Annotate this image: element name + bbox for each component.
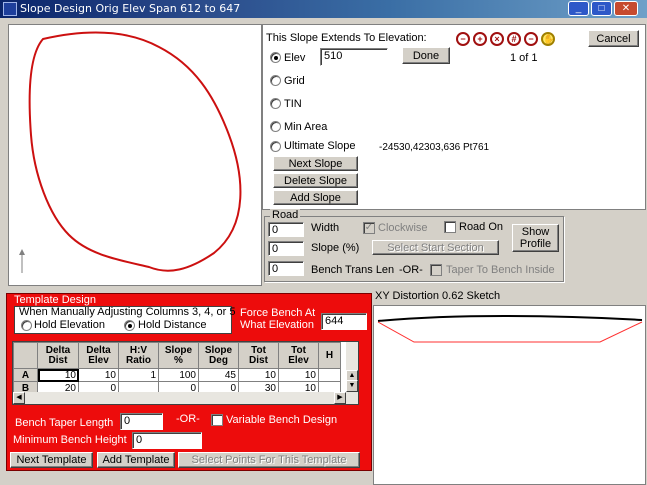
- grid-label: Grid: [284, 75, 305, 87]
- row-header[interactable]: A: [13, 368, 38, 382]
- done-button[interactable]: Done: [402, 47, 450, 64]
- grid-cell[interactable]: 45: [198, 368, 239, 382]
- select-points-button[interactable]: Select Points For This Template: [178, 452, 360, 468]
- grid-corner: [13, 342, 38, 369]
- grid-cell[interactable]: 100: [158, 368, 199, 382]
- ultimate-slope-value: -24530,42303,636 Pt761: [379, 142, 490, 153]
- variable-bench-checkbox[interactable]: [211, 414, 223, 426]
- grid-cell[interactable]: 10: [238, 368, 279, 382]
- grid-cell[interactable]: 10: [278, 368, 319, 382]
- sketch-canvas[interactable]: [373, 305, 646, 485]
- col-header[interactable]: Tot Dist: [238, 342, 279, 369]
- road-width-label: Width: [311, 222, 340, 234]
- zoom-out-icon[interactable]: −: [456, 32, 470, 46]
- taper-bench-checkbox[interactable]: [430, 264, 442, 276]
- minimize-button[interactable]: _: [568, 1, 589, 16]
- ultimate-slope-radio[interactable]: [270, 141, 281, 152]
- grid-cell[interactable]: [318, 368, 341, 382]
- next-slope-button[interactable]: Next Slope: [273, 156, 358, 171]
- slope-outline-drawing: [19, 31, 242, 273]
- plan-view-canvas[interactable]: [8, 24, 262, 286]
- col-header[interactable]: Delta Dist: [37, 342, 79, 369]
- title-bar[interactable]: Slope Design Orig Elev Span 612 to 647 _…: [0, 0, 647, 18]
- sketch-ground-line: [377, 314, 643, 322]
- elev-label: Elev: [284, 52, 306, 64]
- road-on-checkbox[interactable]: [444, 221, 456, 233]
- force-bench-input[interactable]: 644: [321, 313, 367, 330]
- ultimate-slope-label: Ultimate Slope: [284, 140, 356, 152]
- select-start-section-button[interactable]: Select Start Section: [372, 240, 499, 255]
- grid-horizontal-scrollbar[interactable]: ◀ ▶: [13, 392, 358, 404]
- min-bench-label: Minimum Bench Height: [13, 434, 127, 446]
- sketch-drawing: [377, 314, 643, 343]
- grid-cell[interactable]: 1: [118, 368, 159, 382]
- elev-input[interactable]: 510: [320, 48, 388, 66]
- slope-outline: [28, 31, 242, 272]
- zoom-in-icon[interactable]: +: [473, 32, 487, 46]
- scroll-right-icon[interactable]: ▶: [334, 392, 346, 404]
- close-button[interactable]: ✕: [614, 1, 638, 16]
- hold-distance-label: Hold Distance: [138, 319, 207, 331]
- tin-radio[interactable]: [270, 98, 281, 109]
- clockwise-label: Clockwise: [378, 222, 428, 234]
- bench-trans-label: Bench Trans Len: [311, 264, 395, 276]
- window-title: Slope Design Orig Elev Span 612 to 647: [20, 2, 241, 15]
- add-slope-button[interactable]: Add Slope: [273, 190, 358, 205]
- scroll-down-icon[interactable]: ▼: [346, 380, 358, 392]
- template-grid[interactable]: Delta Dist Delta Elev H:V Ratio Slope % …: [12, 341, 359, 405]
- elev-radio[interactable]: [270, 52, 281, 63]
- bench-trans-input[interactable]: 0: [268, 261, 304, 276]
- maximize-button[interactable]: □: [591, 1, 612, 16]
- bench-taper-input[interactable]: 0: [120, 413, 163, 430]
- zoom-extents-icon[interactable]: ×: [490, 32, 504, 46]
- template-group-label: Template Design: [14, 294, 96, 306]
- col-header[interactable]: Slope Deg: [198, 342, 239, 369]
- road-group-label: Road: [270, 209, 301, 221]
- zoom-window-icon[interactable]: #: [507, 32, 521, 46]
- road-slope-label: Slope (%): [311, 242, 360, 254]
- road-or-label: -OR-: [399, 264, 423, 276]
- pan-hand-icon[interactable]: ✋: [541, 32, 555, 46]
- road-on-label: Road On: [459, 221, 504, 233]
- force-bench-label: Force Bench At What Elevation: [240, 307, 316, 331]
- road-slope-input[interactable]: 0: [268, 241, 304, 256]
- grid-vertical-scrollbar[interactable]: ▲ ▼: [346, 342, 358, 392]
- grid-radio[interactable]: [270, 75, 281, 86]
- tin-label: TIN: [284, 98, 302, 110]
- extends-to-label: This Slope Extends To Elevation:: [266, 32, 427, 44]
- north-arrow-head: [19, 249, 25, 255]
- col-header[interactable]: H:V Ratio: [118, 342, 159, 369]
- col-header[interactable]: Delta Elev: [78, 342, 119, 369]
- col-header[interactable]: Slope %: [158, 342, 199, 369]
- grid-cell[interactable]: 10: [37, 368, 79, 382]
- col-header[interactable]: H: [318, 342, 341, 369]
- cancel-button[interactable]: Cancel: [588, 30, 639, 47]
- clockwise-checkbox[interactable]: ✓: [363, 222, 375, 234]
- add-template-button[interactable]: Add Template: [97, 452, 175, 468]
- scroll-left-icon[interactable]: ◀: [13, 392, 25, 404]
- bench-taper-label: Bench Taper Length: [15, 417, 114, 429]
- variable-bench-label: Variable Bench Design: [226, 414, 338, 426]
- template-or-label: -OR-: [176, 413, 200, 425]
- col-header[interactable]: Tot Elev: [278, 342, 319, 369]
- min-area-radio[interactable]: [270, 121, 281, 132]
- grid-cell[interactable]: 10: [78, 368, 119, 382]
- sketch-label: XY Distortion 0.62 Sketch: [375, 290, 501, 302]
- adjust-mode-label: When Manually Adjusting Columns 3, 4, or…: [19, 306, 236, 318]
- road-width-input[interactable]: 0: [268, 222, 304, 237]
- table-row: A 10 10 1 100 45 10 10: [13, 368, 341, 382]
- hold-distance-radio[interactable]: [124, 320, 135, 331]
- next-template-button[interactable]: Next Template: [10, 452, 93, 468]
- app-icon: [3, 2, 17, 16]
- page-indicator: 1 of 1: [510, 52, 538, 64]
- sketch-template-line: [377, 321, 643, 343]
- show-profile-button[interactable]: Show Profile: [512, 224, 559, 252]
- delete-slope-button[interactable]: Delete Slope: [273, 173, 358, 188]
- hold-elevation-radio[interactable]: [21, 320, 32, 331]
- min-area-label: Min Area: [284, 121, 328, 133]
- min-bench-input[interactable]: 0: [132, 432, 202, 449]
- taper-bench-label: Taper To Bench Inside: [446, 264, 555, 276]
- hold-elevation-label: Hold Elevation: [34, 319, 105, 331]
- zoom-previous-icon[interactable]: −: [524, 32, 538, 46]
